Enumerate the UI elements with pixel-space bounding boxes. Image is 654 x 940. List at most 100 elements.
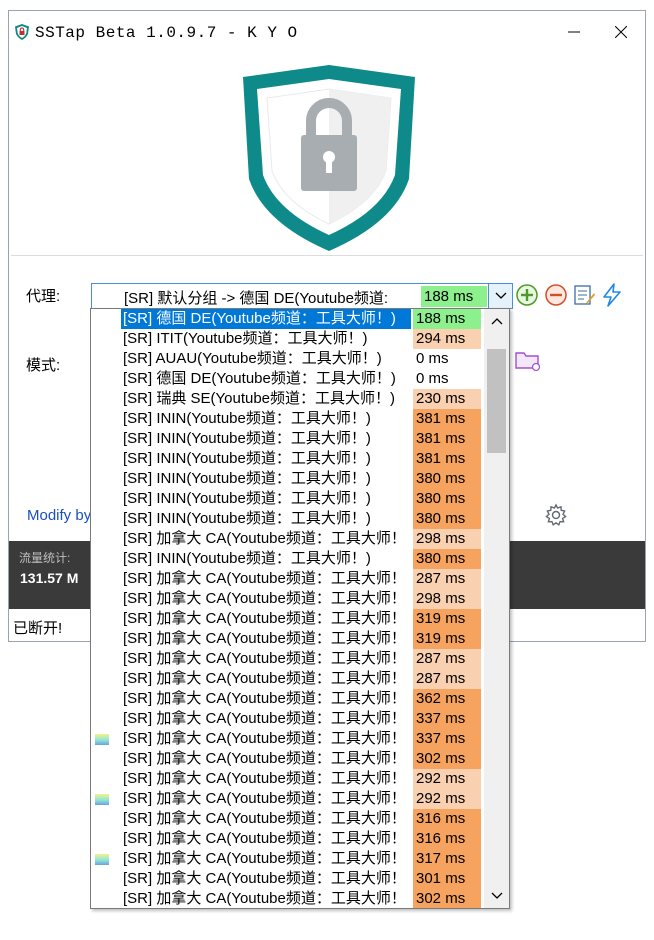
proxy-list-item[interactable]: [SR] 瑞典 SE(Youtube频道：工具大师！) 230 ms xyxy=(91,389,483,409)
proxy-select[interactable]: [SR] 默认分组 -> 德国 DE(Youtube频道: 188 ms xyxy=(91,283,513,309)
remove-proxy-icon[interactable] xyxy=(544,283,568,307)
proxy-list-item-ping: 0 ms xyxy=(416,350,449,367)
edit-proxy-icon[interactable] xyxy=(572,283,596,307)
proxy-list-item-label: [SR] 加拿大 CA(Youtube频道：工具大师！ xyxy=(123,890,406,907)
proxy-list-item-ping: 292 ms xyxy=(413,789,481,809)
proxy-list-rows: [SR] 德国 DE(Youtube频道：工具大师！) 188 ms [SR] IT… xyxy=(91,309,483,908)
server-badge-icon xyxy=(95,734,109,745)
proxy-list-item-label: [SR] 加拿大 CA(Youtube频道：工具大师！ xyxy=(123,610,406,627)
proxy-list-item-label: [SR] 加拿大 CA(Youtube频道：工具大师！ xyxy=(123,710,406,727)
proxy-list-item[interactable]: [SR] ININ(Youtube频道：工具大师！) 381 ms xyxy=(91,409,483,429)
proxy-list-item[interactable]: [SR] 加拿大 CA(Youtube频道：工具大师！ 316 ms xyxy=(91,809,483,829)
proxy-list-item[interactable]: [SR] 加拿大 CA(Youtube频道：工具大师！ 302 ms xyxy=(91,889,483,908)
proxy-list-item-ping: 380 ms xyxy=(413,549,481,569)
proxy-list-item-label: [SR] ININ(Youtube频道：工具大师！) xyxy=(123,430,371,447)
proxy-list-item[interactable]: [SR] 加拿大 CA(Youtube频道：工具大师！ 362 ms xyxy=(91,689,483,709)
proxy-list-item-ping: 337 ms xyxy=(413,729,481,749)
proxy-list-item-ping: 294 ms xyxy=(413,329,481,349)
section-divider xyxy=(11,255,643,256)
proxy-list-item-ping: 362 ms xyxy=(413,689,481,709)
proxy-list-item[interactable]: [SR] 加拿大 CA(Youtube频道：工具大师！ 292 ms xyxy=(91,789,483,809)
proxy-list-item[interactable]: [SR] 加拿大 CA(Youtube频道：工具大师！ 298 ms xyxy=(91,589,483,609)
proxy-list-item[interactable]: [SR] 德国 DE(Youtube频道：工具大师！) 188 ms xyxy=(91,309,483,329)
proxy-list-item-ping: 230 ms xyxy=(413,389,481,409)
proxy-list-item-ping: 380 ms xyxy=(413,489,481,509)
proxy-list-item[interactable]: [SR] 加拿大 CA(Youtube频道：工具大师！ 317 ms xyxy=(91,849,483,869)
proxy-list-item[interactable]: [SR] ININ(Youtube频道：工具大师！) 380 ms xyxy=(91,549,483,569)
proxy-list-item-label: [SR] ITIT(Youtube频道：工具大师！) xyxy=(123,330,368,347)
proxy-list-item[interactable]: [SR] ININ(Youtube频道：工具大师！) 381 ms xyxy=(91,429,483,449)
proxy-list-item[interactable]: [SR] ININ(Youtube频道：工具大师！) 380 ms xyxy=(91,509,483,529)
proxy-list-item-ping: 301 ms xyxy=(413,869,481,889)
chevron-down-icon xyxy=(491,892,502,899)
proxy-list-item-label: [SR] 加拿大 CA(Youtube频道：工具大师！ xyxy=(123,830,406,847)
proxy-list-item-label: [SR] 加拿大 CA(Youtube频道：工具大师！ xyxy=(123,630,406,647)
proxy-list-item-label: [SR] 加拿大 CA(Youtube频道：工具大师！ xyxy=(123,530,406,547)
proxy-list-item-label: [SR] 瑞典 SE(Youtube频道：工具大师！) xyxy=(123,390,396,407)
proxy-list-item[interactable]: [SR] 加拿大 CA(Youtube频道：工具大师！ 302 ms xyxy=(91,749,483,769)
proxy-list-item-ping: 380 ms xyxy=(413,509,481,529)
proxy-list-item-ping: 287 ms xyxy=(413,649,481,669)
proxy-list-item-label: [SR] AUAU(Youtube频道：工具大师！) xyxy=(123,350,382,367)
connection-status: 已断开! xyxy=(13,620,63,637)
proxy-list-item-ping: 317 ms xyxy=(413,849,481,869)
scroll-up-button[interactable] xyxy=(484,309,509,333)
scroll-down-button[interactable] xyxy=(484,884,509,908)
proxy-list-item[interactable]: [SR] 加拿大 CA(Youtube频道：工具大师！ 319 ms xyxy=(91,629,483,649)
proxy-list-item[interactable]: [SR] 加拿大 CA(Youtube频道：工具大师！ 337 ms xyxy=(91,729,483,749)
proxy-list-item[interactable]: [SR] 加拿大 CA(Youtube频道：工具大师！ 298 ms xyxy=(91,529,483,549)
proxy-list-item-label: [SR] ININ(Youtube频道：工具大师！) xyxy=(123,550,371,567)
proxy-list-item[interactable]: [SR] ININ(Youtube频道：工具大师！) 380 ms xyxy=(91,489,483,509)
app-shield-icon xyxy=(15,24,29,40)
proxy-list-item-label: [SR] 加拿大 CA(Youtube频道：工具大师！ xyxy=(123,590,406,607)
proxy-list-item[interactable]: [SR] 德国 DE(Youtube频道：工具大师！) 0 ms xyxy=(91,369,483,389)
proxy-list-item-label: [SR] ININ(Youtube频道：工具大师！) xyxy=(123,510,371,527)
proxy-label: 代理: xyxy=(26,288,61,305)
modify-by-link[interactable]: Modify by xyxy=(27,507,91,524)
server-badge-icon xyxy=(95,854,109,865)
lightning-speedtest-icon[interactable] xyxy=(600,283,624,307)
proxy-list-item-label: [SR] ININ(Youtube频道：工具大师！) xyxy=(123,450,371,467)
proxy-list-item[interactable]: [SR] 加拿大 CA(Youtube频道：工具大师！ 287 ms xyxy=(91,649,483,669)
proxy-list-item[interactable]: [SR] 加拿大 CA(Youtube频道：工具大师！ 319 ms xyxy=(91,609,483,629)
chevron-up-icon xyxy=(491,318,502,325)
scroll-thumb[interactable] xyxy=(487,349,506,453)
proxy-list-item-ping: 287 ms xyxy=(413,569,481,589)
proxy-list-item[interactable]: [SR] 加拿大 CA(Youtube频道：工具大师！ 292 ms xyxy=(91,769,483,789)
proxy-list-item-label: [SR] 加拿大 CA(Youtube频道：工具大师！ xyxy=(123,790,406,807)
mode-folder-icon[interactable] xyxy=(514,348,542,372)
gear-icon[interactable] xyxy=(544,503,568,527)
dropdown-scrollbar[interactable] xyxy=(484,309,509,908)
proxy-list-item-ping: 302 ms xyxy=(413,889,481,908)
add-proxy-icon[interactable] xyxy=(515,283,539,307)
proxy-list-item[interactable]: [SR] 加拿大 CA(Youtube频道：工具大师！ 287 ms xyxy=(91,569,483,589)
proxy-list-item-label: [SR] 加拿大 CA(Youtube频道：工具大师！ xyxy=(123,770,406,787)
proxy-list-item-label: [SR] 加拿大 CA(Youtube频道：工具大师！ xyxy=(123,650,406,667)
close-button[interactable] xyxy=(601,17,641,47)
proxy-list-item[interactable]: [SR] 加拿大 CA(Youtube频道：工具大师！ 287 ms xyxy=(91,669,483,689)
proxy-list-item[interactable]: [SR] 加拿大 CA(Youtube频道：工具大师！ 337 ms xyxy=(91,709,483,729)
proxy-list-item-ping: 381 ms xyxy=(413,409,481,429)
close-icon xyxy=(615,26,627,38)
proxy-list-item[interactable]: [SR] ININ(Youtube频道：工具大师！) 380 ms xyxy=(91,469,483,489)
proxy-list-item[interactable]: [SR] ININ(Youtube频道：工具大师！) 381 ms xyxy=(91,449,483,469)
proxy-list-item[interactable]: [SR] 加拿大 CA(Youtube频道：工具大师！ 316 ms xyxy=(91,829,483,849)
proxy-list-item-label: [SR] 加拿大 CA(Youtube频道：工具大师！ xyxy=(123,730,406,747)
minimize-icon xyxy=(568,31,580,33)
title-bar[interactable]: SSTap Beta 1.0.9.7 - K Y O xyxy=(9,11,645,51)
chevron-down-icon xyxy=(495,292,506,299)
server-badge-icon xyxy=(95,794,109,805)
proxy-list-item-ping: 316 ms xyxy=(413,829,481,849)
proxy-list-item[interactable]: [SR] ITIT(Youtube频道：工具大师！) 294 ms xyxy=(91,329,483,349)
proxy-list-item[interactable]: [SR] 加拿大 CA(Youtube频道：工具大师！ 301 ms xyxy=(91,869,483,889)
proxy-list-item-ping: 381 ms xyxy=(413,449,481,469)
minimize-button[interactable] xyxy=(554,17,594,47)
proxy-list-item-label: [SR] ININ(Youtube频道：工具大师！) xyxy=(123,470,371,487)
proxy-list-item-label: [SR] 加拿大 CA(Youtube频道：工具大师！ xyxy=(123,850,406,867)
proxy-list-item-label: [SR] ININ(Youtube频道：工具大师！) xyxy=(123,410,371,427)
proxy-list-item[interactable]: [SR] AUAU(Youtube频道：工具大师！) 0 ms xyxy=(91,349,483,369)
proxy-list-item-label: [SR] 加拿大 CA(Youtube频道：工具大师！ xyxy=(123,690,406,707)
proxy-dropdown-list[interactable]: [SR] 德国 DE(Youtube频道：工具大师！) 188 ms [SR] IT… xyxy=(90,308,510,909)
proxy-list-item-label: [SR] 加拿大 CA(Youtube频道：工具大师！ xyxy=(123,810,406,827)
dropdown-arrow-button[interactable] xyxy=(488,284,512,308)
